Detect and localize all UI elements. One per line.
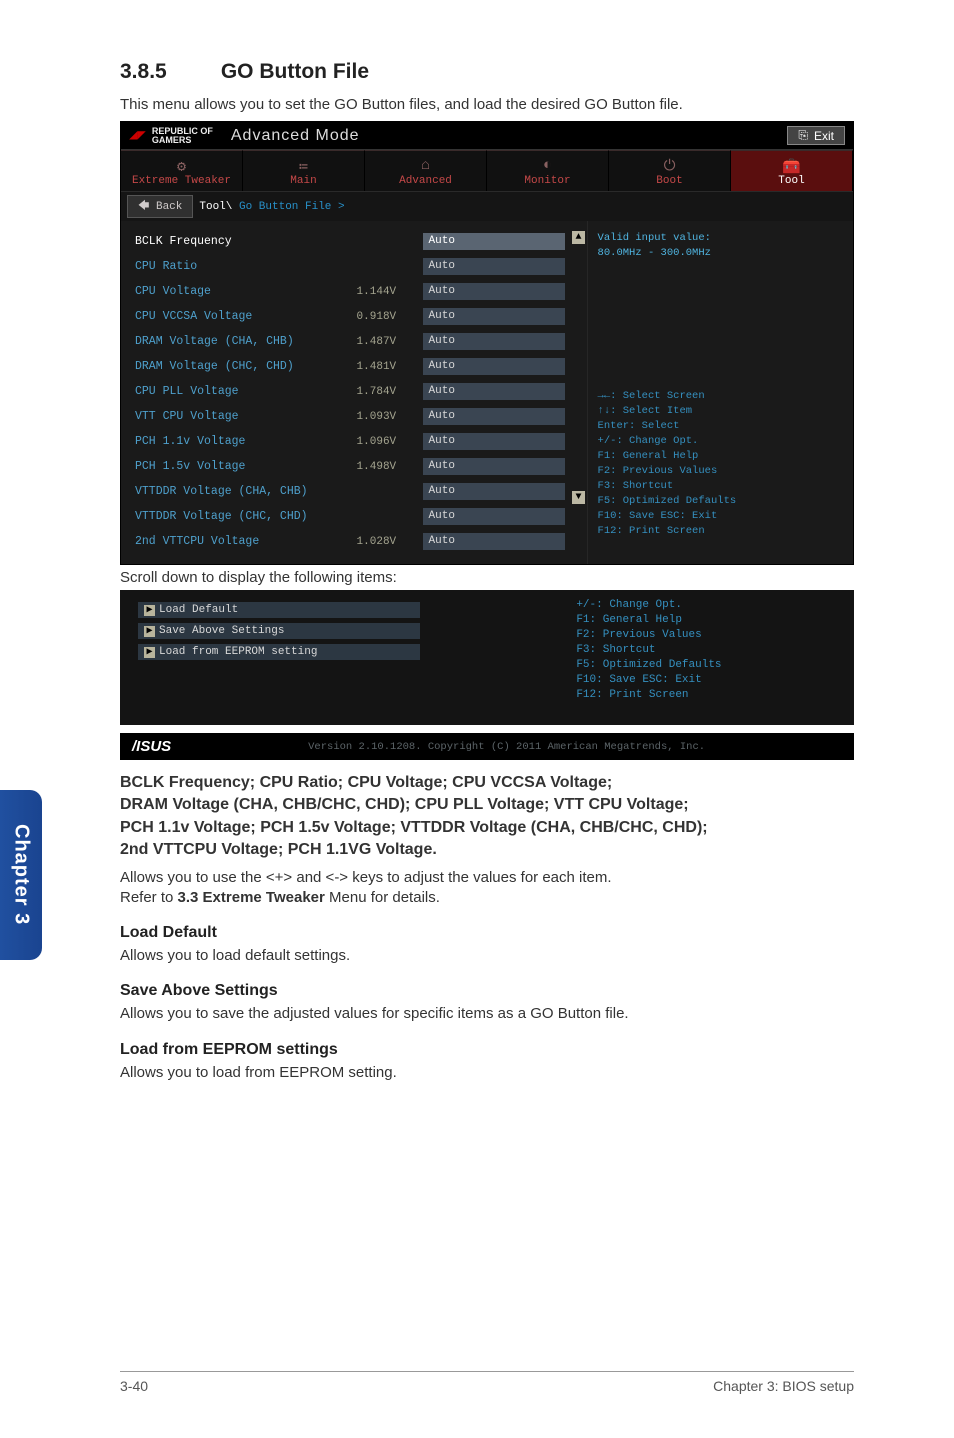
exit-button[interactable]: ⎘ Exit (787, 126, 845, 145)
desc-load-eeprom: Allows you to load from EEPROM setting. (120, 1063, 854, 1083)
value-field[interactable]: Auto (423, 508, 565, 525)
value-field[interactable]: Auto (423, 283, 565, 300)
tab-extreme-tweaker[interactable]: ⚙Extreme Tweaker (121, 150, 243, 191)
setting-cpu-pll-voltage[interactable]: CPU PLL Voltage1.784VAuto (135, 381, 565, 402)
section-title: GO Button File (221, 60, 369, 83)
bios-mode-label: Advanced Mode (231, 127, 360, 145)
chapter-tab-label: Chapter 3 (10, 824, 33, 925)
chevron-right-icon: ▶ (144, 647, 155, 658)
adjust-hint: Allows you to use the <+> and <-> keys t… (120, 868, 854, 909)
chapter-tab: Chapter 3 (0, 790, 42, 960)
exit-label: Exit (814, 129, 834, 143)
section-number: 3.8.5 (120, 60, 215, 84)
scrollbar[interactable]: ▲ ▼ (571, 221, 587, 564)
bios-titlebar: ◢◤ REPUBLIC OFGAMERS Advanced Mode ⎘ Exi… (121, 122, 853, 150)
page-footer: 3-40 Chapter 3: BIOS setup (120, 1371, 854, 1394)
setting-vttddr-cd[interactable]: VTTDDR Voltage (CHC, CHD)Auto (135, 506, 565, 527)
section-heading: 3.8.5 GO Button File (120, 60, 854, 84)
chevron-right-icon: ▶ (144, 605, 155, 616)
page-number: 3-40 (120, 1378, 148, 1394)
cpu-icon: ⚙ (121, 157, 242, 175)
tab-boot[interactable]: ⏻Boot (609, 150, 731, 191)
setting-2nd-vttcpu[interactable]: 2nd VTTCPU Voltage1.028VAuto (135, 531, 565, 552)
desc-save-above: Allows you to save the adjusted values f… (120, 1004, 854, 1024)
setting-cpu-voltage[interactable]: CPU Voltage1.144VAuto (135, 281, 565, 302)
submenu-list: ▶Load Default ▶Save Above Settings ▶Load… (130, 596, 566, 703)
scroll-up-icon[interactable]: ▲ (572, 231, 585, 244)
tab-monitor[interactable]: ◐Monitor (487, 150, 609, 191)
heading-load-default: Load Default (120, 924, 854, 942)
value-field[interactable]: Auto (423, 458, 565, 475)
setting-vttddr-ab[interactable]: VTTDDR Voltage (CHA, CHB)Auto (135, 481, 565, 502)
chip-icon: ⌂ (365, 157, 486, 175)
vendor-logo: /ISUS (132, 738, 171, 755)
menu-load-from-eeprom[interactable]: ▶Load from EEPROM setting (138, 644, 420, 660)
bios-screenshot-2: ▶Load Default ▶Save Above Settings ▶Load… (120, 590, 854, 725)
settings-list: BCLK FrequencyAuto CPU RatioAuto CPU Vol… (121, 221, 571, 564)
back-button[interactable]: 🡄 Back (127, 195, 193, 218)
setting-dram-voltage-ab[interactable]: DRAM Voltage (CHA, CHB)1.487VAuto (135, 331, 565, 352)
items-summary: BCLK Frequency; CPU Ratio; CPU Voltage; … (120, 772, 854, 862)
value-field[interactable]: Auto (423, 333, 565, 350)
tab-advanced[interactable]: ⌂Advanced (365, 150, 487, 191)
value-field[interactable]: Auto (423, 483, 565, 500)
value-field[interactable]: Auto (423, 308, 565, 325)
value-field[interactable]: Auto (423, 433, 565, 450)
gauge-icon: ◐ (487, 157, 608, 175)
setting-vtt-cpu-voltage[interactable]: VTT CPU Voltage1.093VAuto (135, 406, 565, 427)
bios-version: Version 2.10.1208. Copyright (C) 2011 Am… (171, 741, 842, 753)
help-text: Valid input value: 80.0MHz - 300.0MHz (598, 231, 843, 261)
scroll-caption: Scroll down to display the following ite… (120, 569, 854, 586)
value-field[interactable]: Auto (423, 358, 565, 375)
list-icon: ≔ (243, 157, 364, 175)
key-hints: →←: Select Screen ↑↓: Select Item Enter:… (598, 389, 843, 539)
setting-cpu-ratio[interactable]: CPU RatioAuto (135, 256, 565, 277)
value-field[interactable]: Auto (423, 408, 565, 425)
rog-badge: ◢◤ REPUBLIC OFGAMERS (129, 127, 213, 145)
breadcrumb-row: 🡄 Back Tool\ Go Button File > (121, 191, 853, 221)
rog-brand: REPUBLIC OFGAMERS (152, 127, 213, 145)
setting-pch-11v[interactable]: PCH 1.1v Voltage1.096VAuto (135, 431, 565, 452)
exit-icon: ⎘ (798, 128, 808, 143)
rog-logo-icon: ◢◤ (129, 127, 146, 144)
setting-cpu-vccsa-voltage[interactable]: CPU VCCSA Voltage0.918VAuto (135, 306, 565, 327)
bios-footer: /ISUS Version 2.10.1208. Copyright (C) 2… (120, 733, 854, 760)
desc-load-default: Allows you to load default settings. (120, 946, 854, 966)
toolbox-icon: 🧰 (731, 157, 852, 175)
menu-load-default[interactable]: ▶Load Default (138, 602, 420, 618)
setting-bclk-frequency[interactable]: BCLK FrequencyAuto (135, 231, 565, 252)
bios-screenshot: ◢◤ REPUBLIC OFGAMERS Advanced Mode ⎘ Exi… (120, 121, 854, 565)
heading-load-eeprom: Load from EEPROM settings (120, 1041, 854, 1059)
value-field[interactable]: Auto (423, 533, 565, 550)
chevron-right-icon: ▶ (144, 626, 155, 637)
scroll-down-icon[interactable]: ▼ (572, 491, 585, 504)
heading-save-above: Save Above Settings (120, 982, 854, 1000)
value-field[interactable]: Auto (423, 258, 565, 275)
breadcrumb: Tool\ Go Button File > (199, 201, 344, 213)
power-icon: ⏻ (609, 157, 730, 175)
tab-tool[interactable]: 🧰Tool (731, 150, 853, 191)
key-hints-2: +/-: Change Opt. F1: General Help F2: Pr… (566, 596, 844, 703)
help-panel: Valid input value: 80.0MHz - 300.0MHz →←… (587, 221, 853, 564)
value-field[interactable]: Auto (423, 383, 565, 400)
value-field[interactable]: Auto (423, 233, 565, 250)
menu-save-above-settings[interactable]: ▶Save Above Settings (138, 623, 420, 639)
setting-pch-15v[interactable]: PCH 1.5v Voltage1.498VAuto (135, 456, 565, 477)
chapter-label: Chapter 3: BIOS setup (713, 1378, 854, 1394)
tab-main[interactable]: ≔Main (243, 150, 365, 191)
setting-dram-voltage-cd[interactable]: DRAM Voltage (CHC, CHD)1.481VAuto (135, 356, 565, 377)
bios-tabs: ⚙Extreme Tweaker ≔Main ⌂Advanced ◐Monito… (121, 150, 853, 191)
section-intro: This menu allows you to set the GO Butto… (120, 96, 854, 113)
